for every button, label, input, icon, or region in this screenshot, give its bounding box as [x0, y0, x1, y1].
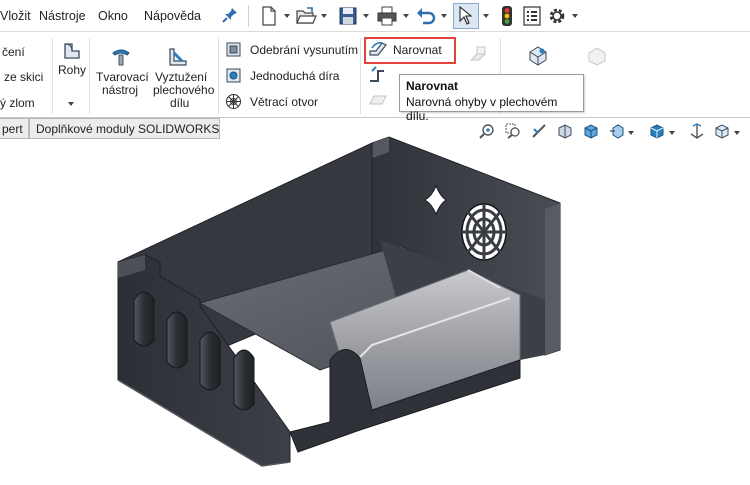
sheet-metal-part-3d-view[interactable]: [0, 0, 750, 485]
vent-feature: [461, 203, 507, 261]
